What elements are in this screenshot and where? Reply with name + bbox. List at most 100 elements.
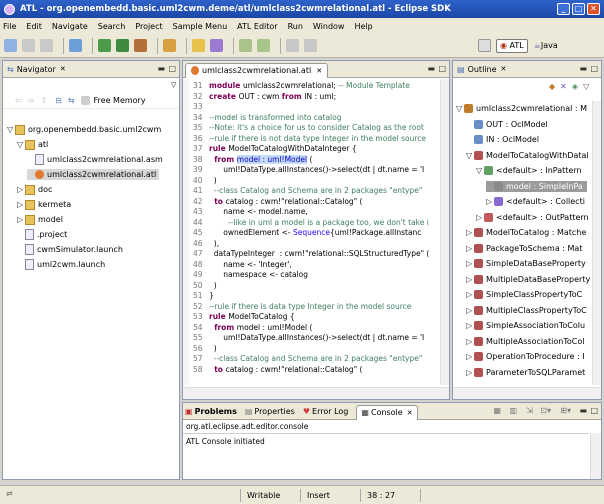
outline-item[interactable]: ▽ <default> : InPattern <box>476 165 582 176</box>
outline-horizontal-scrollbar[interactable] <box>453 387 601 399</box>
outline-item[interactable]: ▷ <default> : OutPattern <box>476 212 589 223</box>
navigator-item[interactable]: .project <box>17 229 67 240</box>
open-console-icon[interactable]: ⊞▾ <box>560 406 571 415</box>
horizontal-scrollbar[interactable] <box>183 387 449 399</box>
expand-icon[interactable]: ▷ <box>466 351 474 362</box>
expand-icon[interactable]: ▷ <box>486 196 494 207</box>
outline-item[interactable]: ▽ ModelToCatalogWithDatal <box>466 150 589 161</box>
navigator-item[interactable]: ▷ model <box>17 214 63 225</box>
view-menu-icon[interactable]: ▽ <box>171 81 176 89</box>
hide-fields-icon[interactable]: ◈ <box>572 82 578 91</box>
maximize-view-icon[interactable]: □ <box>438 64 446 73</box>
outline-item[interactable]: ▽ umlclass2cwmrelational : M <box>456 103 587 114</box>
navigator-item[interactable]: umlclass2cwmrelational.asm <box>27 154 163 165</box>
tab-problems[interactable]: ▣ Problems <box>185 407 237 416</box>
vertical-scrollbar[interactable] <box>440 79 449 385</box>
menu-window[interactable]: Window <box>313 22 345 31</box>
console-scrollbar[interactable] <box>590 433 601 479</box>
navigator-item[interactable]: cwmSimulator.launch <box>17 244 123 255</box>
run-icon[interactable] <box>116 39 129 52</box>
back-icon[interactable] <box>286 39 299 52</box>
menu-search[interactable]: Search <box>98 22 125 31</box>
expand-icon[interactable]: ▷ <box>466 320 474 331</box>
close-icon[interactable]: ✕ <box>407 409 413 417</box>
outline-item[interactable]: ▷ SimpleDataBaseProperty <box>466 258 586 269</box>
code-area[interactable]: 31 module umlclass2cwmrelational; -- Modu… <box>191 81 439 385</box>
close-button[interactable]: ✕ <box>587 3 600 15</box>
outline-vertical-scrollbar[interactable] <box>592 101 601 385</box>
collapse-icon[interactable]: ▽ <box>466 150 474 161</box>
minimize-view-icon[interactable]: ▬ <box>157 64 165 73</box>
collapse-icon[interactable]: ▽ <box>7 124 15 135</box>
expand-icon[interactable]: ▷ <box>17 214 25 225</box>
outline-item[interactable]: ▷ MultipleClassPropertyToC <box>466 305 587 316</box>
maximize-button[interactable]: □ <box>572 3 585 15</box>
menu-help[interactable]: Help <box>354 22 372 31</box>
clear-console-icon[interactable]: ▦ <box>493 406 501 415</box>
expand-icon[interactable]: ▷ <box>466 258 474 269</box>
outline-item[interactable]: ▷ SimpleAssociationToColu <box>466 320 585 331</box>
open-perspective-icon[interactable] <box>478 39 491 52</box>
nav-back-icon[interactable]: ⇦ <box>15 96 22 105</box>
outline-item[interactable]: ▷ MultipleAssociationToCol <box>466 336 584 347</box>
debug-icon[interactable] <box>98 39 111 52</box>
navigator-item[interactable]: umlclass2cwmrelational.atl <box>27 169 160 180</box>
outline-item[interactable]: ▷ ModelToCatalog : Matche <box>466 227 586 238</box>
tab-editor-file[interactable]: umlclass2cwmrelational.atl ✕ <box>185 62 329 78</box>
display-console-icon[interactable]: ⊡▾ <box>540 406 551 415</box>
build-icon[interactable] <box>69 39 82 52</box>
pin-console-icon[interactable]: ⇲ <box>526 406 533 415</box>
outline-item[interactable]: OUT : OclModel <box>466 119 548 130</box>
tab-outline[interactable]: Outline <box>468 65 497 74</box>
collapse-all-icon[interactable]: ⊟ <box>55 96 62 105</box>
expand-icon[interactable]: ▷ <box>466 367 474 378</box>
minimize-button[interactable]: _ <box>557 3 570 15</box>
navigator-item[interactable]: ▷ kermeta <box>17 199 71 210</box>
perspective-atl[interactable]: ◉ ATL <box>496 38 528 53</box>
collapse-icon[interactable]: ▽ <box>476 165 484 176</box>
prev-annotation-icon[interactable] <box>257 39 270 52</box>
outline-item[interactable]: ▷ SimpleClassPropertyToC <box>466 289 582 300</box>
outline-item[interactable]: ▷ ParameterToSQLParamet <box>466 367 585 378</box>
tab-console[interactable]: ▦ Console ✕ <box>356 404 418 420</box>
maximize-view-icon[interactable]: □ <box>590 406 598 415</box>
outline-menu-icon[interactable]: ▽ <box>583 82 589 91</box>
expand-icon[interactable]: ▷ <box>17 184 25 195</box>
expand-icon[interactable]: ▷ <box>466 305 474 316</box>
expand-icon[interactable]: ▷ <box>466 227 474 238</box>
tab-properties[interactable]: ▤ Properties <box>245 407 295 416</box>
expand-icon[interactable]: ▷ <box>476 212 484 223</box>
external-tools-icon[interactable] <box>134 39 147 52</box>
menu-atl-editor[interactable]: ATL Editor <box>237 22 277 31</box>
filter-icon[interactable]: ✕ <box>560 82 567 91</box>
outline-item[interactable]: ▷ OperationToProcedure : I <box>466 351 585 362</box>
next-annotation-icon[interactable] <box>239 39 252 52</box>
forward-icon[interactable] <box>304 39 317 52</box>
outline-item[interactable]: ▷ PackageToSchema : Mat <box>466 243 582 254</box>
nav-forward-icon[interactable]: ⇨ <box>28 96 35 105</box>
menu-project[interactable]: Project <box>135 22 162 31</box>
minimize-view-icon[interactable]: ▬ <box>579 64 587 73</box>
print-icon[interactable] <box>40 39 53 52</box>
menu-sample[interactable]: Sample Menu <box>173 22 228 31</box>
menu-run[interactable]: Run <box>288 22 303 31</box>
search-icon[interactable] <box>210 39 223 52</box>
maximize-view-icon[interactable]: □ <box>168 64 176 73</box>
sort-icon[interactable]: ◆ <box>549 82 555 91</box>
tab-navigator[interactable]: Navigator <box>17 65 56 74</box>
minimize-view-icon[interactable]: ▬ <box>579 406 587 415</box>
collapse-icon[interactable]: ▽ <box>17 139 25 150</box>
outline-item[interactable]: IN : OclModel <box>466 134 539 145</box>
wizard-icon[interactable] <box>163 39 176 52</box>
expand-icon[interactable]: ▷ <box>466 274 474 285</box>
fast-view-icon[interactable]: ⇌ <box>6 489 13 498</box>
navigator-item[interactable]: ▽ org.openembedd.basic.uml2cwm <box>7 124 161 135</box>
expand-icon[interactable]: ▷ <box>17 199 25 210</box>
navigator-item[interactable]: ▽ atl <box>17 139 48 150</box>
outline-item[interactable]: ▷ <default> : Collecti <box>486 196 585 207</box>
close-icon[interactable]: ✕ <box>60 65 66 73</box>
expand-icon[interactable]: ▷ <box>466 289 474 300</box>
outline-item[interactable]: ▷ MultipleDataBaseProperty <box>466 274 590 285</box>
menu-file[interactable]: File <box>3 22 16 31</box>
free-memory-button[interactable]: Free Memory <box>94 96 146 105</box>
